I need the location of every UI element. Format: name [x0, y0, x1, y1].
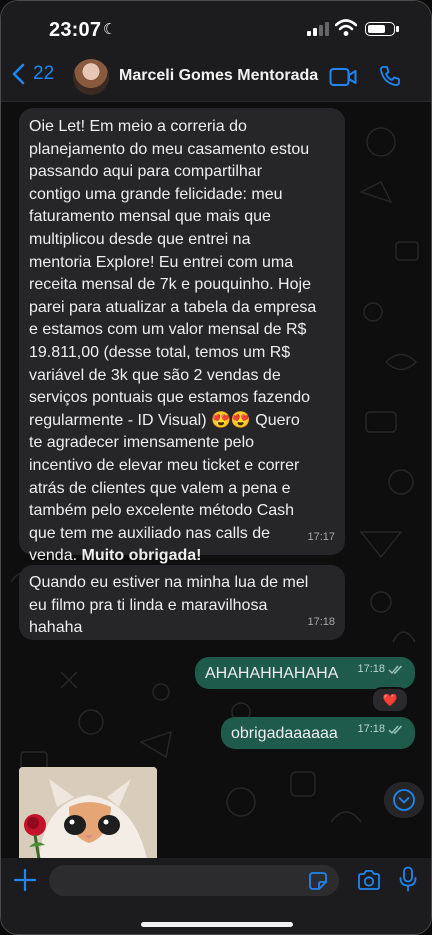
heart-reaction[interactable]: ❤️ — [371, 687, 409, 713]
chevron-left-icon — [12, 63, 25, 85]
composer-bar — [1, 858, 431, 934]
back-button[interactable]: 22 — [11, 63, 54, 85]
sticker-icon[interactable] — [307, 870, 329, 892]
message-bubble-outgoing[interactable]: AHAHAHHAHAHA 17:18 — [195, 657, 415, 689]
message-text: Quando eu estiver na minha lua de mel eu… — [29, 574, 309, 637]
avatar[interactable] — [73, 59, 109, 95]
status-bar: 23:07 ☾ — [1, 1, 431, 53]
chat-header: 22 Marceli Gomes Mentorada — [1, 53, 431, 102]
message-time: 17:17 — [307, 531, 335, 544]
plus-icon[interactable] — [13, 868, 37, 892]
signal-icon — [307, 22, 329, 36]
wifi-icon — [335, 19, 357, 36]
cat-photo — [19, 767, 157, 858]
message-bubble-incoming[interactable]: Quando eu estiver na minha lua de mel eu… — [19, 565, 345, 640]
phone-screen: 23:07 ☾ 22 Marceli Gomes Mentorada Oie L… — [0, 0, 432, 935]
phone-icon[interactable] — [379, 65, 401, 87]
contact-name[interactable]: Marceli Gomes Mentorada — [119, 67, 318, 85]
status-time: 23:07 — [49, 19, 102, 41]
battery-icon — [365, 22, 399, 36]
message-bold-text: Muito obrigada! — [81, 547, 202, 565]
message-bubble-incoming[interactable]: Oie Let! Em meio a correria do planejame… — [19, 108, 345, 564]
chevron-down-circle-icon — [393, 789, 415, 811]
microphone-icon[interactable] — [399, 866, 417, 892]
double-check-icon — [388, 665, 403, 674]
message-time: 17:18 — [357, 658, 403, 681]
video-call-icon[interactable] — [329, 67, 357, 87]
message-text: Oie Let! Em meio a correria do planejame… — [29, 118, 317, 565]
message-input[interactable] — [49, 865, 339, 896]
double-check-icon — [388, 725, 403, 734]
message-bubble-outgoing[interactable]: obrigadaaaaaa 17:18 — [221, 717, 415, 749]
moon-icon: ☾ — [103, 21, 117, 38]
message-time: 17:18 — [307, 616, 335, 629]
chat-area[interactable]: Oie Let! Em meio a correria do planejame… — [1, 102, 431, 858]
camera-icon[interactable] — [357, 869, 381, 891]
message-time: 17:18 — [357, 718, 403, 741]
unread-count: 22 — [33, 63, 55, 84]
home-indicator — [141, 922, 293, 927]
scroll-down-button[interactable] — [384, 782, 424, 818]
image-message[interactable] — [19, 767, 157, 858]
